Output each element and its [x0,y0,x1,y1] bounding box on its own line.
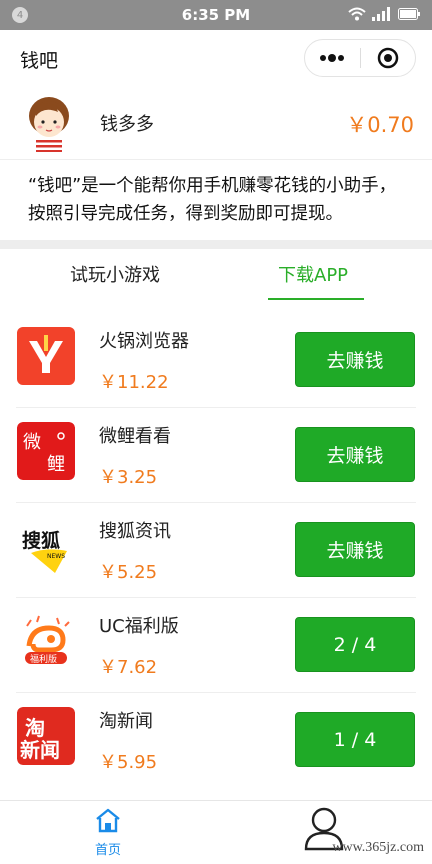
app-reward: ￥5.95 [99,752,158,773]
tab-home-label: 首页 [94,843,121,858]
svg-text:NEWS: NEWS [47,553,65,560]
user-summary: 钱多多 ￥0.70 [0,86,432,160]
earn-button[interactable]: 去赚钱 [295,332,415,387]
svg-text:福利版: 福利版 [30,653,57,665]
sohu-news-icon: 搜狐 NEWS [17,517,75,575]
app-name: UC福利版 [99,616,179,637]
close-miniprogram-button[interactable] [360,39,415,77]
status-icons [348,7,420,21]
more-button[interactable] [305,39,360,77]
watermark: www.365jz.com [332,840,424,855]
avatar [29,97,69,152]
app-list: 火锅浏览器 ￥11.22 去赚钱 微 鲤 微鲤看看 ￥3.25 去赚钱 搜狐 N… [0,313,432,788]
app-name: 搜狐资讯 [99,521,171,542]
tab-home[interactable]: 首页 [78,807,138,858]
svg-text:鲤: 鲤 [47,454,65,475]
progress-button[interactable]: 1 / 4 [295,712,415,767]
section-divider [0,240,432,249]
wifi-icon [348,7,366,21]
huoguo-browser-icon [17,327,75,385]
earn-button[interactable]: 去赚钱 [295,427,415,482]
battery-icon [398,8,420,20]
signal-icon [372,7,390,21]
weili-kankan-icon: 微 鲤 [17,422,75,480]
active-tab-indicator [268,298,364,300]
uc-fuli-icon: 福利版 [17,612,75,670]
app-reward: ￥5.25 [99,562,158,583]
miniprogram-capsule [304,39,416,77]
nav-bar: 钱吧 [0,30,432,86]
list-item: 淘 新闻 淘新闻 ￥5.95 1 / 4 [0,693,432,788]
more-dots-icon [320,54,345,62]
list-item: 火锅浏览器 ￥11.22 去赚钱 [0,313,432,408]
svg-text:新闻: 新闻 [20,738,60,762]
app-name: 微鲤看看 [99,426,171,447]
user-name: 钱多多 [100,114,154,135]
page-title: 钱吧 [20,50,59,72]
earn-button[interactable]: 去赚钱 [295,522,415,577]
task-tabs: 试玩小游戏 下载APP [0,249,432,305]
svg-text:微: 微 [23,432,41,453]
app-reward: ￥11.22 [99,372,169,393]
svg-text:淘: 淘 [25,716,45,740]
svg-text:搜狐: 搜狐 [22,529,60,552]
tao-news-icon: 淘 新闻 [17,707,75,765]
list-item: 搜狐 NEWS 搜狐资讯 ￥5.25 去赚钱 [0,503,432,598]
app-name: 淘新闻 [99,711,153,732]
app-reward: ￥3.25 [99,467,158,488]
app-reward: ￥7.62 [99,657,158,678]
home-icon [96,808,120,833]
tab-apps[interactable]: 下载APP [278,261,348,287]
intro-text: “钱吧”是一个能帮你用手机赚零花钱的小助手，按照引导完成任务，得到奖励即可提现。 [28,176,397,224]
tab-games[interactable]: 试玩小游戏 [70,261,160,287]
balance-amount: ￥0.70 [346,113,414,137]
app-name: 火锅浏览器 [99,331,189,352]
list-item: 福利版 UC福利版 ￥7.62 2 / 4 [0,598,432,693]
close-target-icon [377,47,398,69]
status-bar: 4 6:35 PM [0,0,432,30]
progress-button[interactable]: 2 / 4 [295,617,415,672]
bottom-tab-bar: 首页 www.365jz.com [0,800,432,864]
list-item: 微 鲤 微鲤看看 ￥3.25 去赚钱 [0,408,432,503]
